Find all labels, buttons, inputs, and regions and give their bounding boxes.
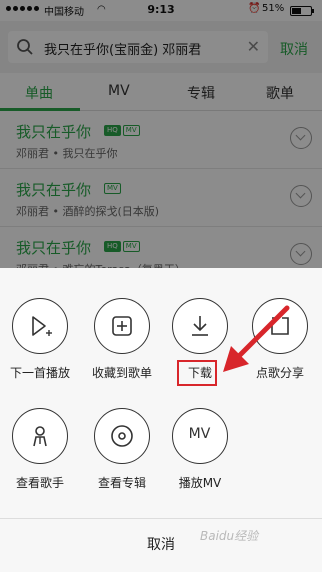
play-next-button[interactable]: 下一首播放 [0, 298, 80, 381]
sheet-cancel-button[interactable]: 取消 [0, 518, 322, 572]
action-label: 查看歌手 [15, 476, 64, 490]
add-to-playlist-icon [94, 298, 150, 354]
mv-icon: MV [172, 408, 228, 464]
annotation-arrow-icon [223, 305, 290, 372]
watermark: Baidu经验 [200, 529, 259, 543]
singer-icon [12, 408, 68, 464]
album-icon [94, 408, 150, 464]
add-to-playlist-button[interactable]: 收藏到歌单 [82, 298, 162, 381]
download-highlight-box [177, 360, 217, 386]
action-label: 下一首播放 [9, 366, 70, 380]
action-label: 收藏到歌单 [91, 366, 152, 380]
action-label: 播放MV [178, 476, 222, 490]
action-label: 查看专辑 [97, 476, 146, 490]
play-mv-button[interactable]: MV 播放MV [160, 408, 240, 491]
view-singer-button[interactable]: 查看歌手 [0, 408, 80, 491]
play-next-icon [12, 298, 68, 354]
mv-icon-text: MV [188, 426, 211, 442]
view-album-button[interactable]: 查看专辑 [82, 408, 162, 491]
